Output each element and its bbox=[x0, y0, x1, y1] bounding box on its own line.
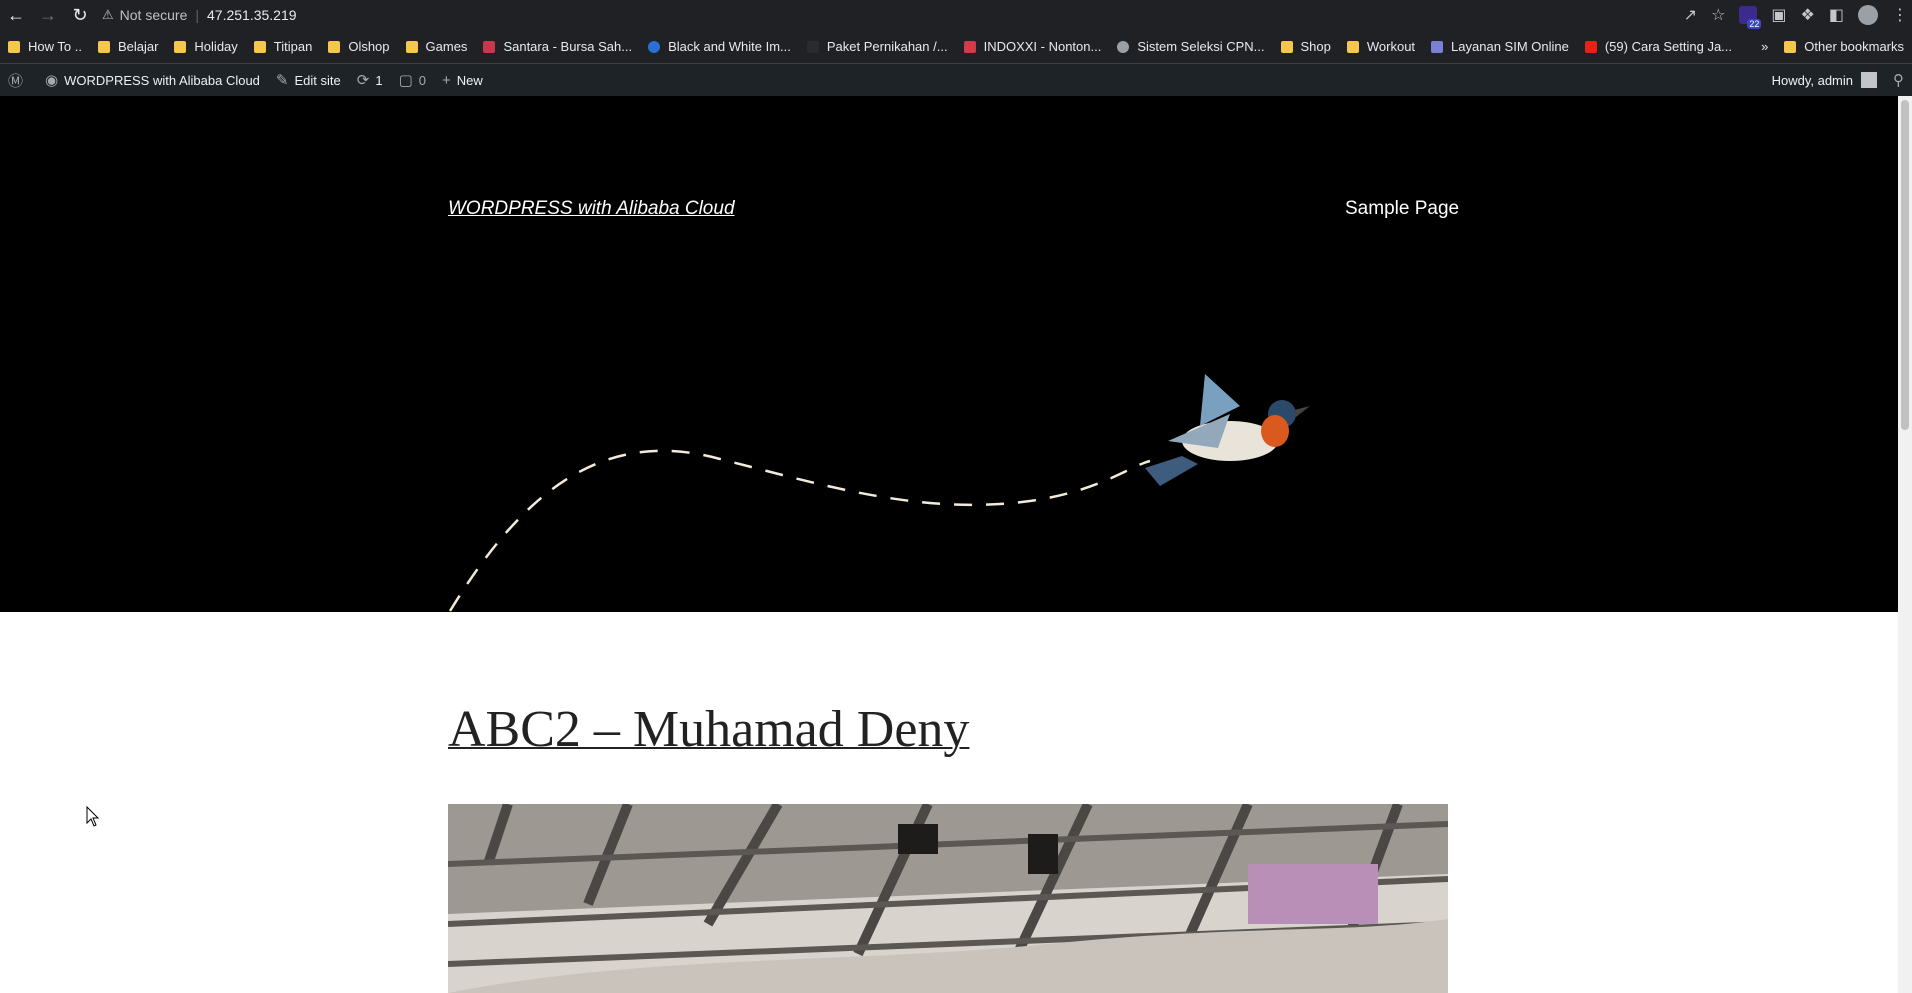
extension-badge: 22 bbox=[1747, 19, 1762, 29]
wp-logo-menu[interactable]: Ⓜ bbox=[0, 64, 37, 96]
bookmarks-overflow-icon[interactable]: » bbox=[1753, 39, 1776, 54]
bookmark-item[interactable]: Black and White Im... bbox=[640, 30, 799, 63]
folder-icon bbox=[1280, 40, 1293, 53]
bookmark-item[interactable]: Games bbox=[398, 30, 476, 63]
camera-extension-icon[interactable]: ▣ bbox=[1771, 5, 1786, 25]
browser-toolbar: ← → ↻ ⚠ Not secure | 47.251.35.219 ↗ ☆ 2… bbox=[0, 0, 1912, 30]
folder-icon bbox=[253, 40, 266, 53]
other-bookmarks[interactable]: Other bookmarks bbox=[1776, 30, 1912, 63]
my-account-menu[interactable]: Howdy, admin bbox=[1764, 64, 1885, 96]
page-scrollbar[interactable] bbox=[1898, 96, 1912, 993]
folder-icon bbox=[328, 40, 341, 53]
site-title-link[interactable]: WORDPRESS with Alibaba Cloud bbox=[448, 198, 735, 220]
admin-search[interactable]: ⚲ bbox=[1885, 64, 1912, 96]
c-logo-icon bbox=[648, 40, 661, 53]
comment-icon: ▢ bbox=[398, 72, 413, 89]
mouse-cursor-icon bbox=[86, 806, 100, 827]
bookmark-item[interactable]: Layanan SIM Online bbox=[1423, 30, 1577, 63]
folder-icon bbox=[174, 40, 187, 53]
folder-icon bbox=[1346, 40, 1359, 53]
admin-site-name[interactable]: ◉ WORDPRESS with Alibaba Cloud bbox=[37, 64, 268, 96]
featured-photo bbox=[448, 804, 1448, 993]
folder-icon bbox=[97, 40, 110, 53]
new-content-menu[interactable]: + New bbox=[434, 64, 491, 96]
site-header: WORDPRESS with Alibaba Cloud Sample Page bbox=[0, 96, 1898, 612]
security-label: Not secure bbox=[119, 7, 188, 23]
extension-icon[interactable]: 22 bbox=[1739, 6, 1762, 29]
edit-site-link[interactable]: ✎ Edit site bbox=[268, 64, 349, 96]
nav-sample-page[interactable]: Sample Page bbox=[1345, 198, 1459, 220]
puzzle-icon[interactable]: ❖ bbox=[1801, 5, 1815, 25]
bird-illustration bbox=[1145, 374, 1310, 486]
bookmark-item[interactable]: How To .. bbox=[0, 30, 90, 63]
bookmark-item[interactable]: Belajar bbox=[90, 30, 166, 63]
bookmark-item[interactable]: Paket Pernikahan /... bbox=[799, 30, 956, 63]
blank-icon bbox=[806, 40, 819, 53]
bookmark-item[interactable]: Shop bbox=[1273, 30, 1339, 63]
bookmark-item[interactable]: Holiday bbox=[166, 30, 245, 63]
forward-button[interactable]: → bbox=[32, 0, 64, 30]
brush-icon: ✎ bbox=[275, 72, 289, 89]
warning-icon: ⚠ bbox=[102, 7, 114, 22]
featured-image[interactable] bbox=[448, 804, 1448, 993]
bookmark-item[interactable]: Olshop bbox=[320, 30, 397, 63]
bookmarks-bar: How To .. Belajar Holiday Titipan Olshop… bbox=[0, 30, 1912, 64]
bookmark-item[interactable]: Workout bbox=[1339, 30, 1423, 63]
santara-icon bbox=[483, 40, 496, 53]
url-text[interactable]: 47.251.35.219 bbox=[207, 7, 297, 23]
address-bar[interactable]: ⚠ Not secure | 47.251.35.219 bbox=[102, 3, 297, 27]
wp-admin-bar: Ⓜ ◉ WORDPRESS with Alibaba Cloud ✎ Edit si… bbox=[0, 64, 1912, 96]
bookmark-item[interactable]: Titipan bbox=[246, 30, 321, 63]
folder-icon bbox=[8, 40, 20, 53]
share-icon[interactable]: ↗ bbox=[1684, 5, 1697, 25]
side-panel-icon[interactable]: ◧ bbox=[1829, 5, 1844, 25]
scrollbar-thumb[interactable] bbox=[1901, 100, 1909, 430]
comments-link[interactable]: ▢ 0 bbox=[391, 64, 434, 96]
globe-icon bbox=[1117, 40, 1130, 53]
bookmark-item[interactable]: (59) Cara Setting Ja... bbox=[1577, 30, 1740, 63]
plus-icon: + bbox=[441, 71, 451, 89]
hero-illustration bbox=[448, 374, 1310, 612]
toolbar-icons: ↗ ☆ 22 ▣ ❖ ◧ ⋮ bbox=[1684, 0, 1908, 30]
update-icon: ⟳ bbox=[356, 72, 370, 89]
kebab-menu-icon[interactable]: ⋮ bbox=[1892, 5, 1908, 25]
user-avatar bbox=[1861, 72, 1877, 88]
back-button[interactable]: ← bbox=[0, 0, 32, 30]
folder-icon bbox=[405, 40, 418, 53]
folder-icon bbox=[1784, 40, 1797, 53]
wordpress-icon: Ⓜ bbox=[8, 72, 24, 90]
bookmark-item[interactable]: Santara - Bursa Sah... bbox=[475, 30, 640, 63]
updates-link[interactable]: ⟳ 1 bbox=[349, 64, 391, 96]
dashboard-icon: ◉ bbox=[45, 72, 59, 89]
police-icon bbox=[1431, 40, 1444, 53]
bookmark-item[interactable]: Sistem Seleksi CPN... bbox=[1109, 30, 1272, 63]
indoxxi-icon bbox=[963, 40, 976, 53]
youtube-icon bbox=[1584, 40, 1597, 53]
search-icon: ⚲ bbox=[1893, 72, 1904, 89]
reload-button[interactable]: ↻ bbox=[64, 0, 96, 30]
post-title[interactable]: ABC2 – Muhamad Deny bbox=[448, 700, 969, 759]
profile-avatar[interactable] bbox=[1858, 5, 1878, 25]
bookmark-item[interactable]: INDOXXI - Nonton... bbox=[956, 30, 1110, 63]
star-icon[interactable]: ☆ bbox=[1711, 5, 1725, 25]
url-separator: | bbox=[195, 7, 199, 23]
